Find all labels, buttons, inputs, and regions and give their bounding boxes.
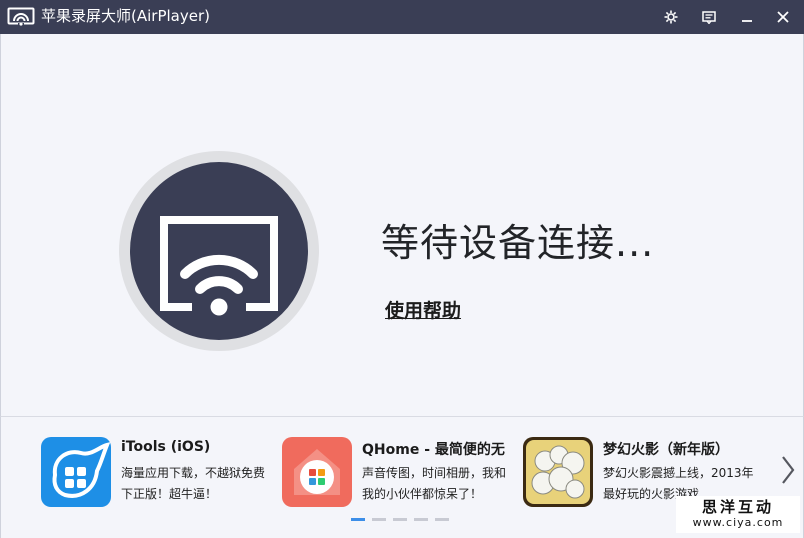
close-button[interactable] <box>766 0 800 34</box>
airplay-logo-icon <box>7 7 35 26</box>
help-link[interactable]: 使用帮助 <box>385 296 461 323</box>
gear-icon <box>664 10 678 24</box>
close-icon <box>777 11 789 23</box>
pager-dot[interactable] <box>372 518 386 521</box>
app-name: QHome - 最简便的无 <box>362 442 505 458</box>
pager-dot[interactable] <box>435 518 449 521</box>
message-icon <box>702 10 716 24</box>
settings-button[interactable] <box>654 0 688 34</box>
feedback-button[interactable] <box>692 0 726 34</box>
app-card-qhome[interactable]: QHome - 最简便的无 声音传图，时间相册，我和 我的小伙伴都惊呆了！ <box>282 437 514 509</box>
minimize-button[interactable] <box>730 0 764 34</box>
qhome-icon <box>282 437 352 507</box>
pager-dot[interactable] <box>393 518 407 521</box>
itools-icon <box>41 437 111 507</box>
window-title: 苹果录屏大师(AirPlayer) <box>41 7 210 25</box>
main-panel: 等待设备连接... 使用帮助 <box>0 34 804 416</box>
connection-disc <box>130 162 308 340</box>
watermark-url: www.ciya.com <box>692 516 784 529</box>
app-description: 声音传图，时间相册，我和 我的小伙伴都惊呆了！ <box>362 466 507 501</box>
airplay-screen-icon <box>160 216 278 316</box>
app-name: 梦幻火影（新年版） <box>603 442 729 458</box>
connection-status: 等待设备连接... <box>381 221 655 265</box>
pager-dot[interactable] <box>351 518 365 521</box>
pager-dot[interactable] <box>414 518 428 521</box>
minimize-icon <box>742 20 752 22</box>
app-card-itools[interactable]: iTools (iOS) 海量应用下载，不越狱免费 下正版！超牛逼！ <box>41 437 273 509</box>
watermark-title: 思洋互动 <box>701 498 774 516</box>
chevron-right-icon[interactable] <box>779 453 797 487</box>
watermark: 思洋互动 www.ciya.com <box>676 496 800 533</box>
title-bar: 苹果录屏大师(AirPlayer) <box>0 0 804 34</box>
connection-indicator <box>119 151 319 351</box>
app-name: iTools (iOS) <box>121 439 211 455</box>
mengdie-huoying-icon <box>523 437 593 507</box>
app-description: 海量应用下载，不越狱免费 下正版！超牛逼！ <box>121 466 266 501</box>
